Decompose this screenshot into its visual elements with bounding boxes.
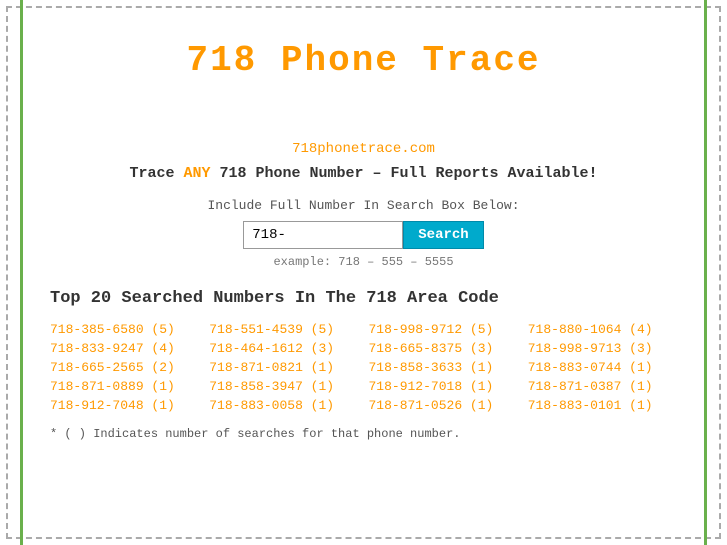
- numbers-grid: 718-385-6580 (5) 718-551-4539 (5) 718-998-…: [50, 322, 677, 413]
- number-link[interactable]: 718-858-3947 (1): [209, 379, 358, 394]
- number-link[interactable]: 718-464-1612 (3): [209, 341, 358, 356]
- page-title: 718 Phone Trace: [50, 40, 677, 81]
- number-link[interactable]: 718-883-0744 (1): [528, 360, 677, 375]
- number-link[interactable]: 718-883-0058 (1): [209, 398, 358, 413]
- tagline: Trace ANY 718 Phone Number – Full Report…: [50, 165, 677, 182]
- tagline-start: Trace: [129, 165, 183, 182]
- tagline-end: 718 Phone Number – Full Reports Availabl…: [210, 165, 597, 182]
- site-url: 718phonetrace.com: [50, 141, 677, 157]
- search-label: Include Full Number In Search Box Below:: [50, 198, 677, 213]
- section-title: Top 20 Searched Numbers In The 718 Area …: [50, 289, 677, 308]
- search-row: Search: [50, 221, 677, 249]
- search-button[interactable]: Search: [403, 221, 483, 249]
- number-link[interactable]: 718-998-9712 (5): [369, 322, 518, 337]
- number-link[interactable]: 718-871-0889 (1): [50, 379, 199, 394]
- number-link[interactable]: 718-385-6580 (5): [50, 322, 199, 337]
- number-link[interactable]: 718-665-2565 (2): [50, 360, 199, 375]
- search-example: example: 718 – 555 – 5555: [50, 255, 677, 269]
- number-link[interactable]: 718-871-0526 (1): [369, 398, 518, 413]
- number-link[interactable]: 718-551-4539 (5): [209, 322, 358, 337]
- number-link[interactable]: 718-912-7048 (1): [50, 398, 199, 413]
- main-content: 718 Phone Trace 718phonetrace.com Trace …: [0, 0, 727, 471]
- number-link[interactable]: 718-912-7018 (1): [369, 379, 518, 394]
- number-link[interactable]: 718-833-9247 (4): [50, 341, 199, 356]
- search-input[interactable]: [243, 221, 403, 249]
- number-link[interactable]: 718-871-0821 (1): [209, 360, 358, 375]
- footnote: * ( ) Indicates number of searches for t…: [50, 427, 677, 441]
- tagline-highlight: ANY: [183, 165, 210, 182]
- number-link[interactable]: 718-665-8375 (3): [369, 341, 518, 356]
- number-link[interactable]: 718-998-9713 (3): [528, 341, 677, 356]
- number-link[interactable]: 718-883-0101 (1): [528, 398, 677, 413]
- number-link[interactable]: 718-871-0387 (1): [528, 379, 677, 394]
- number-link[interactable]: 718-858-3633 (1): [369, 360, 518, 375]
- number-link[interactable]: 718-880-1064 (4): [528, 322, 677, 337]
